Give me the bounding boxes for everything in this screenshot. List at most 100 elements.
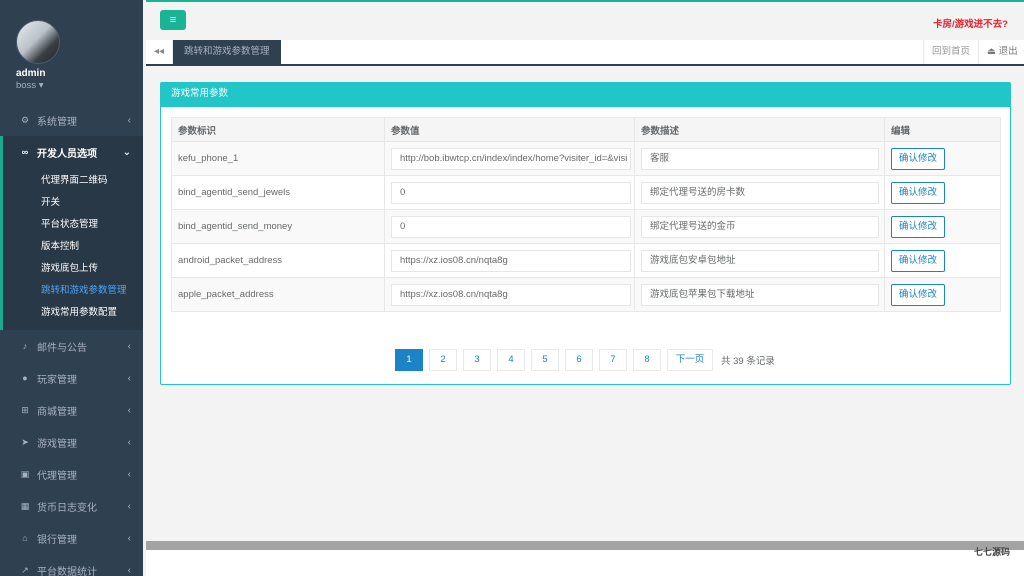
total-records: 共 39 条记录 bbox=[721, 356, 775, 367]
confirm-edit-button[interactable]: 确认修改 bbox=[891, 215, 946, 238]
sidebar-item-label: 游戏管理 bbox=[37, 438, 77, 450]
calendar-icon: ▦ bbox=[20, 500, 30, 511]
param-key: kefu_phone_1 bbox=[171, 141, 385, 176]
pagination: 1 2 3 4 5 6 7 8 下一页 共 39 条记录 bbox=[395, 349, 775, 371]
param-desc-input[interactable]: 绑定代理号送的金币 bbox=[641, 215, 879, 238]
page-button-8[interactable]: 8 bbox=[633, 349, 661, 371]
param-key: bind_agentid_send_money bbox=[171, 209, 385, 244]
params-table: 参数标识 参数值 参数描述 编辑 kefu_phone_1 http://bob… bbox=[171, 117, 1001, 312]
tabs-bar: ◂◂ 跳转和游戏参数管理 回到首页 ⏏ 退出 bbox=[146, 40, 1024, 66]
sidebar-item-developer[interactable]: ∞ 开发人员选项 ⌄ bbox=[0, 136, 143, 168]
table-row: bind_agentid_send_jewels 0 绑定代理号送的房卡数 确认… bbox=[171, 175, 1001, 210]
table-row: bind_agentid_send_money 0 绑定代理号送的金币 确认修改 bbox=[171, 209, 1001, 244]
double-arrow-left-icon: ◂◂ bbox=[153, 46, 165, 57]
sidebar-item-label: 玩家管理 bbox=[37, 374, 77, 386]
chevron-left-icon: ‹ bbox=[127, 404, 131, 416]
topbar: ≡ 卡房/游戏进不去? bbox=[146, 0, 1024, 40]
sidebar-item-players[interactable]: ● 玩家管理 ‹ bbox=[0, 362, 143, 394]
bell-icon: ♪ bbox=[22, 341, 28, 351]
chart-icon: ↗ bbox=[21, 564, 29, 575]
menu-toggle-button[interactable]: ≡ bbox=[160, 10, 186, 30]
sidebar-item-system[interactable]: ⚙ 系统管理 ‹ bbox=[0, 104, 143, 136]
sidebar-item-currency-log[interactable]: ▦ 货币日志变化 ‹ bbox=[0, 490, 143, 522]
home-button[interactable]: 回到首页 bbox=[922, 40, 978, 64]
lock-icon: ▣ bbox=[20, 468, 30, 479]
params-panel: 游戏常用参数 参数标识 参数值 参数描述 编辑 kefu_phone_1 htt… bbox=[160, 82, 1011, 385]
sidebar-item-label: 平台数据统计 bbox=[37, 566, 97, 576]
submenu-item-platform-status[interactable]: 平台状态管理 bbox=[3, 214, 143, 236]
sidebar-item-label: 商城管理 bbox=[37, 406, 77, 418]
footer bbox=[146, 550, 1024, 576]
sidebar: admin boss ▾ ⚙ 系统管理 ‹ ∞ 开发人员选项 ⌄ 代理界面二维码… bbox=[0, 0, 143, 576]
profile-block: admin boss ▾ bbox=[0, 0, 143, 104]
param-desc-input[interactable]: 客服 bbox=[641, 147, 879, 170]
link-icon: ∞ bbox=[21, 147, 29, 157]
page-button-1[interactable]: 1 bbox=[395, 349, 423, 371]
param-value-input[interactable]: https://xz.ios08.cn/nqta8g bbox=[391, 249, 631, 272]
param-desc-input[interactable]: 游戏底包苹果包下载地址 bbox=[641, 283, 879, 306]
sidebar-item-label: 邮件与公告 bbox=[37, 342, 87, 354]
param-desc-input[interactable]: 绑定代理号送的房卡数 bbox=[641, 181, 879, 204]
sidebar-item-statistics[interactable]: ↗ 平台数据统计 ‹ bbox=[0, 554, 143, 576]
column-header-key: 参数标识 bbox=[171, 117, 385, 142]
page-button-6[interactable]: 6 bbox=[565, 349, 593, 371]
page-button-5[interactable]: 5 bbox=[531, 349, 559, 371]
submenu-item-jump-params[interactable]: 跳转和游戏参数管理 bbox=[3, 280, 143, 302]
help-link[interactable]: 卡房/游戏进不去? bbox=[933, 16, 1008, 30]
sidebar-nav: ⚙ 系统管理 ‹ ∞ 开发人员选项 ⌄ 代理界面二维码 开关 平台状态管理 版本… bbox=[0, 104, 143, 576]
sidebar-item-label: 开发人员选项 bbox=[37, 148, 97, 160]
chevron-left-icon: ‹ bbox=[127, 564, 131, 576]
next-page-button[interactable]: 下一页 bbox=[667, 349, 713, 371]
gears-icon: ⚙ bbox=[20, 114, 30, 125]
page-button-3[interactable]: 3 bbox=[463, 349, 491, 371]
avatar[interactable] bbox=[16, 20, 60, 64]
submenu-item-package-upload[interactable]: 游戏底包上传 bbox=[3, 258, 143, 280]
param-key: android_packet_address bbox=[171, 243, 385, 278]
cart-icon: ⊞ bbox=[21, 404, 29, 415]
sidebar-item-bank[interactable]: ⌂ 银行管理 ‹ bbox=[0, 522, 143, 554]
table-row: android_packet_address https://xz.ios08.… bbox=[171, 243, 1001, 278]
panel-title: 游戏常用参数 bbox=[161, 83, 1010, 107]
sidebar-item-label: 代理管理 bbox=[37, 470, 77, 482]
param-value-input[interactable]: 0 bbox=[391, 181, 631, 204]
logout-button[interactable]: ⏏ 退出 bbox=[978, 40, 1024, 64]
sidebar-item-mail[interactable]: ♪ 邮件与公告 ‹ bbox=[0, 330, 143, 362]
profile-role-dropdown[interactable]: boss ▾ bbox=[16, 80, 143, 91]
submenu-item-common-params[interactable]: 游戏常用参数配置 bbox=[3, 302, 143, 324]
column-header-value: 参数值 bbox=[384, 117, 635, 142]
submenu-item-agent-qrcode[interactable]: 代理界面二维码 bbox=[3, 170, 143, 192]
confirm-edit-button[interactable]: 确认修改 bbox=[891, 181, 946, 204]
rocket-icon: ➤ bbox=[21, 436, 29, 447]
chevron-left-icon: ‹ bbox=[127, 372, 131, 384]
sidebar-item-shop[interactable]: ⊞ 商城管理 ‹ bbox=[0, 394, 143, 426]
table-row: kefu_phone_1 http://bob.ibwtcp.cn/index/… bbox=[171, 141, 1001, 176]
sidebar-item-agents[interactable]: ▣ 代理管理 ‹ bbox=[0, 458, 143, 490]
tab-jump-params[interactable]: 跳转和游戏参数管理 bbox=[173, 40, 281, 64]
confirm-edit-button[interactable]: 确认修改 bbox=[891, 147, 946, 170]
page-button-4[interactable]: 4 bbox=[497, 349, 525, 371]
chevron-down-icon: ⌄ bbox=[122, 146, 131, 158]
chevron-left-icon: ‹ bbox=[127, 340, 131, 352]
page-button-2[interactable]: 2 bbox=[429, 349, 457, 371]
submenu-item-switch[interactable]: 开关 bbox=[3, 192, 143, 214]
param-value-input[interactable]: 0 bbox=[391, 215, 631, 238]
param-desc-input[interactable]: 游戏底包安卓包地址 bbox=[641, 249, 879, 272]
tab-scroll-left-button[interactable]: ◂◂ bbox=[146, 40, 173, 64]
column-header-edit: 编辑 bbox=[884, 117, 1001, 142]
sidebar-item-games[interactable]: ➤ 游戏管理 ‹ bbox=[0, 426, 143, 458]
bank-icon: ⌂ bbox=[22, 533, 28, 543]
confirm-edit-button[interactable]: 确认修改 bbox=[891, 283, 946, 306]
table-row: apple_packet_address https://xz.ios08.cn… bbox=[171, 277, 1001, 312]
user-icon: ● bbox=[22, 373, 28, 383]
sidebar-item-label: 银行管理 bbox=[37, 534, 77, 546]
confirm-edit-button[interactable]: 确认修改 bbox=[891, 249, 946, 272]
chevron-left-icon: ‹ bbox=[127, 114, 131, 126]
horizontal-scrollbar[interactable] bbox=[146, 541, 1024, 550]
param-value-input[interactable]: https://xz.ios08.cn/nqta8g bbox=[391, 283, 631, 306]
submenu-item-version-control[interactable]: 版本控制 bbox=[3, 236, 143, 258]
developer-submenu: 代理界面二维码 开关 平台状态管理 版本控制 游戏底包上传 跳转和游戏参数管理 … bbox=[0, 168, 143, 330]
param-key: bind_agentid_send_jewels bbox=[171, 175, 385, 210]
sidebar-item-label: 货币日志变化 bbox=[37, 502, 97, 514]
param-value-input[interactable]: http://bob.ibwtcp.cn/index/index/home?vi… bbox=[391, 147, 631, 170]
page-button-7[interactable]: 7 bbox=[599, 349, 627, 371]
